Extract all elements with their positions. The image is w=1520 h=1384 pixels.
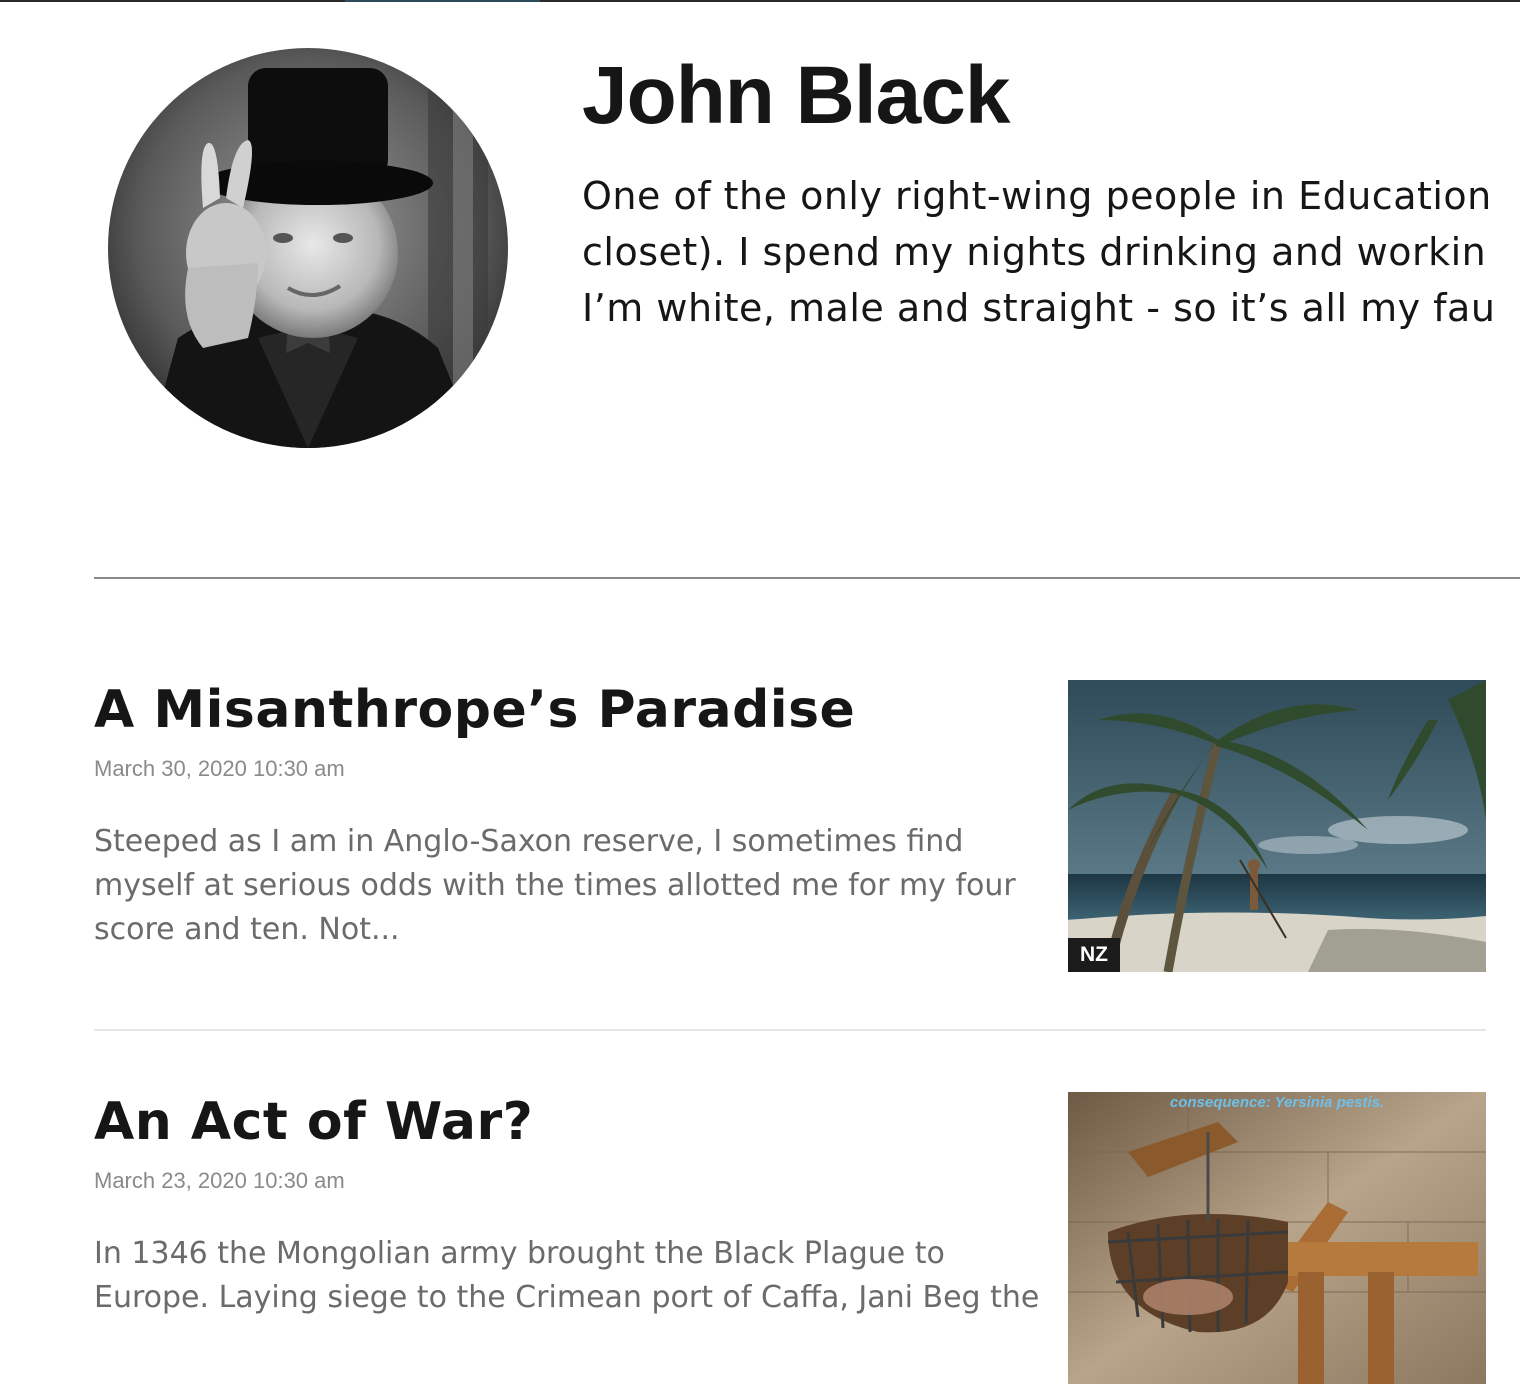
- author-portrait-image: [108, 48, 508, 448]
- article-excerpt-line: Steeped as I am in Anglo-Saxon reserve, …: [94, 824, 964, 859]
- article-excerpt-line: myself at serious odds with the times al…: [94, 868, 1016, 903]
- article-title-link[interactable]: A Misanthrope’s Paradise: [94, 672, 855, 748]
- author-bio-line: One of the only right-wing people in Edu…: [582, 174, 1492, 218]
- article-excerpt-line: In 1346 the Mongolian army brought the B…: [94, 1236, 945, 1271]
- top-border-accent: [345, 0, 540, 2]
- article-excerpt: In 1346 the Mongolian army brought the B…: [94, 1232, 1040, 1320]
- beach-palm-image: [1068, 680, 1486, 972]
- article-thumbnail[interactable]: NZ: [1068, 680, 1486, 972]
- category-tag[interactable]: NZ: [1068, 938, 1120, 972]
- article-excerpt-line: score and ten. Not...: [94, 912, 400, 947]
- article-excerpt-line: Europe. Laying siege to the Crimean port…: [94, 1280, 1040, 1315]
- section-divider: [94, 577, 1520, 579]
- image-caption: consequence: Yersinia pestis.: [1169, 1094, 1385, 1111]
- author-avatar: [108, 48, 508, 448]
- author-bio-line: I’m white, male and straight - so it’s a…: [582, 286, 1496, 330]
- article-divider: [94, 1029, 1486, 1031]
- article-date: March 23, 2020 10:30 am: [94, 1168, 345, 1193]
- article-thumbnail[interactable]: consequence: Yersinia pestis.: [1068, 1092, 1486, 1384]
- top-border: [0, 0, 1520, 2]
- article-excerpt: Steeped as I am in Anglo-Saxon reserve, …: [94, 820, 1034, 952]
- catapult-image: [1068, 1092, 1486, 1384]
- author-name: John Black: [582, 50, 1010, 141]
- author-bio-line: closet). I spend my nights drinking and …: [582, 230, 1487, 274]
- article-date: March 30, 2020 10:30 am: [94, 756, 345, 781]
- article-title-link[interactable]: An Act of War?: [94, 1084, 533, 1160]
- author-bio: One of the only right-wing people in Edu…: [582, 168, 1520, 336]
